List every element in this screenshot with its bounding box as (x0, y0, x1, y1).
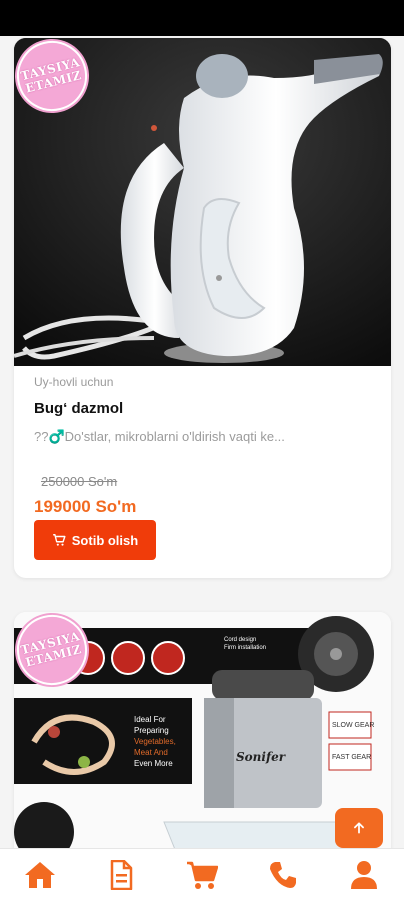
bottom-navigation (0, 848, 404, 900)
banner-note: Cord design Firm installation (224, 637, 267, 651)
cart-icon (186, 861, 218, 889)
product-category: Uy-hovli uchun (34, 375, 114, 389)
current-price: 199000 So'm (34, 497, 137, 516)
gear-label: SLOW GEAR (332, 722, 375, 729)
nav-cart[interactable] (180, 853, 224, 897)
buy-button[interactable]: Sotib olish (34, 520, 156, 560)
document-icon (110, 859, 133, 890)
feature-line: Preparing (134, 726, 169, 735)
phone-icon (269, 861, 296, 888)
feature-line: Vegetables, (134, 737, 176, 746)
feature-line: Even More (134, 759, 173, 768)
product-description: ??♂️Do'stlar, mikroblarni o'ldirish vaqt… (34, 429, 285, 444)
feature-line: Ideal For (134, 715, 166, 724)
product-title[interactable]: Bug‘ dazmol (34, 400, 123, 417)
buy-button-label: Sotib olish (71, 532, 139, 548)
feature-line: Meat And (134, 748, 168, 757)
gear-label: FAST GEAR (332, 754, 372, 761)
nav-phone[interactable] (261, 853, 305, 897)
product-card[interactable]: TAYSIYA ETAMIZ Uy-hovli uchun Bug‘ dazmo… (14, 38, 391, 578)
cart-icon (52, 534, 66, 546)
arrow-up-icon (354, 822, 364, 834)
feature-text: Ideal For Preparing Vegetables, Meat And… (134, 714, 194, 769)
old-price: 250000 So'm (41, 474, 118, 489)
user-icon (350, 860, 377, 889)
nav-home[interactable] (18, 853, 62, 897)
nav-documents[interactable] (99, 853, 143, 897)
home-icon (25, 861, 56, 888)
brand-label: Sonifer (236, 750, 286, 764)
status-bar (0, 0, 404, 36)
nav-profile[interactable] (342, 853, 386, 897)
product-feed[interactable]: TAYSIYA ETAMIZ Uy-hovli uchun Bug‘ dazmo… (0, 36, 404, 848)
scroll-top-button[interactable] (335, 808, 383, 848)
